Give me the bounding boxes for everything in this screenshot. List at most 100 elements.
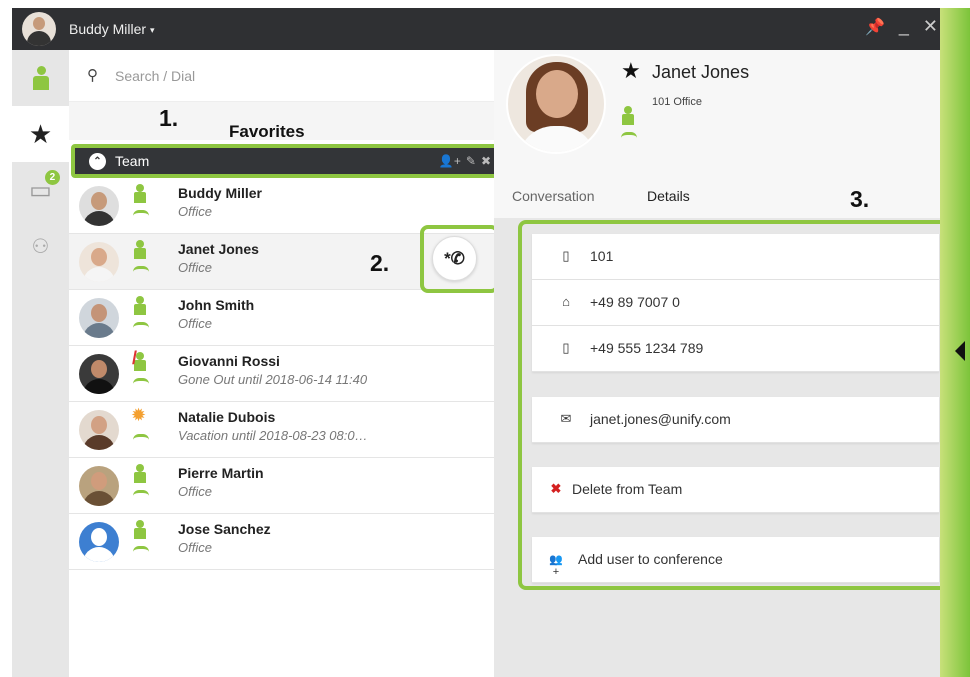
avatar: [79, 186, 119, 226]
team-label: Team: [115, 153, 150, 169]
star-icon: ★: [28, 118, 53, 149]
chat-badge: 2: [44, 169, 60, 185]
pin-icon[interactable]: 📌: [865, 17, 885, 37]
user-menu[interactable]: Buddy Miller ▾: [69, 21, 155, 37]
detail-panel: ★ Janet Jones 101 Office Conversation De…: [494, 50, 952, 677]
contact-row[interactable]: / Giovanni Rossi Gone Out until 2018-06-…: [69, 346, 494, 402]
contact-row[interactable]: ✹ Natalie Dubois Vacation until 2018-08-…: [69, 402, 494, 458]
contact-status: Office: [178, 204, 212, 219]
presence-vacation-icon: ✹: [131, 405, 149, 448]
favorite-call-button[interactable]: *✆: [432, 236, 477, 281]
rail-contacts[interactable]: [12, 50, 69, 106]
add-to-conference-button[interactable]: 👥+ Add user to conference: [532, 537, 939, 583]
annotation-2: 2.: [370, 250, 390, 276]
contact-name: Pierre Martin: [178, 465, 264, 481]
detail-subtitle: 101 Office: [652, 96, 702, 108]
search-bar: ⚲: [69, 50, 494, 102]
user-name: Buddy Miller: [69, 21, 147, 37]
phone-number: +49 89 7007 0: [590, 294, 680, 310]
delete-from-team-button[interactable]: ✖ Delete from Team: [532, 467, 939, 513]
contact-status: Office: [178, 316, 212, 331]
chat-icon: ▭ 2: [29, 169, 60, 205]
conference-label: Add user to conference: [578, 551, 723, 567]
collapse-icon[interactable]: ⌃: [89, 153, 106, 170]
avatar-placeholder: [79, 522, 119, 562]
close-button[interactable]: ✕: [923, 16, 938, 37]
contact-status: Office: [178, 540, 212, 555]
favorites-header: Favorites: [69, 102, 494, 141]
phone-card-desk[interactable]: ▯ 101: [532, 234, 939, 280]
avatar: [79, 354, 119, 394]
delete-x-icon: ✖: [550, 481, 562, 496]
title-bar: Buddy Miller ▾ 📌 _ ✕: [12, 8, 952, 50]
contact-status: Gone Out until 2018-06-14 11:40: [178, 372, 368, 387]
contact-name: Natalie Dubois: [178, 409, 276, 425]
rail-conversations[interactable]: ▭ 2: [12, 162, 69, 218]
person-icon: [32, 66, 49, 90]
presence-available-icon: [621, 106, 637, 146]
avatar: [79, 298, 119, 338]
detail-tabs: Conversation Details: [494, 182, 952, 218]
user-avatar[interactable]: [22, 12, 56, 46]
app-window: Buddy Miller▾ 📌 _ ✕ ★ ▭2 ⚇ ⚲ Favorites 1…: [12, 8, 952, 677]
detail-header: ★ Janet Jones 101 Office Conversation De…: [494, 50, 952, 218]
presence-available-icon: [133, 240, 149, 280]
contact-name: Giovanni Rossi: [178, 353, 280, 369]
favorites-title: Favorites: [229, 122, 305, 141]
contact-row[interactable]: Pierre Martin Office: [69, 458, 494, 514]
mobile-icon: ▯: [562, 340, 570, 355]
email-card[interactable]: ✉ janet.jones@unify.com: [532, 397, 939, 443]
desk-phone-icon: ▯: [562, 248, 570, 263]
call-button-highlight: *✆: [420, 225, 499, 293]
contact-status: Office: [178, 484, 212, 499]
tab-conversation[interactable]: Conversation: [512, 188, 595, 204]
phone-number: +49 555 1234 789: [590, 340, 704, 356]
contact-row[interactable]: John Smith Office: [69, 290, 494, 346]
avatar: [79, 410, 119, 450]
side-accent-strip: [940, 8, 970, 677]
presence-available-icon: [133, 184, 149, 224]
details-highlight: ▯ 101 ⌂ +49 89 7007 0 ▯ +49 555 1234 789…: [518, 220, 948, 590]
detail-name: Janet Jones: [652, 62, 750, 82]
search-icon: ⚲: [87, 67, 98, 84]
add-user-icon: 👥+: [549, 554, 563, 578]
arrow-left-icon: [955, 341, 965, 361]
minimize-button[interactable]: _: [899, 16, 909, 37]
rail-groups[interactable]: ⚇: [12, 218, 69, 274]
team-group-header[interactable]: ⌃ Team 👤+ ✎ ✖: [71, 144, 503, 178]
chevron-down-icon: ▾: [150, 24, 155, 35]
email-address: janet.jones@unify.com: [590, 411, 731, 427]
presence-available-icon: [133, 520, 149, 560]
phone-number: 101: [590, 248, 614, 264]
contact-name: John Smith: [178, 297, 255, 313]
contact-photo: [506, 54, 606, 154]
search-input[interactable]: [115, 64, 465, 88]
contact-status: Vacation until 2018-08-23 08:0…: [178, 428, 368, 443]
edit-icon[interactable]: ✎: [466, 154, 476, 168]
contact-row[interactable]: Jose Sanchez Office: [69, 514, 494, 570]
presence-available-icon: [133, 296, 149, 336]
favorite-star-icon[interactable]: ★: [621, 58, 641, 84]
delete-icon[interactable]: ✖: [481, 154, 491, 168]
contact-name: Jose Sanchez: [178, 521, 271, 537]
favorites-panel: ⚲ Favorites 1. Buddy Miller Office Janet…: [69, 50, 503, 677]
home-icon: ⌂: [562, 294, 570, 309]
avatar: [79, 242, 119, 282]
tab-details[interactable]: Details: [647, 188, 690, 204]
left-rail: ★ ▭ 2 ⚇: [12, 50, 69, 677]
contact-name: Janet Jones: [178, 241, 259, 257]
annotation-1: 1.: [159, 105, 179, 131]
presence-available-icon: [133, 464, 149, 504]
contact-name: Buddy Miller: [178, 185, 263, 201]
email-icon: ✉: [560, 411, 572, 426]
avatar: [79, 466, 119, 506]
add-user-icon[interactable]: 👤+: [439, 154, 461, 168]
annotation-3: 3.: [850, 186, 870, 212]
phone-card-home[interactable]: ⌂ +49 89 7007 0: [532, 280, 939, 326]
group-icon: ⚇: [31, 235, 50, 258]
contact-status: Office: [178, 260, 212, 275]
presence-away-icon: /: [132, 348, 149, 392]
rail-favorites[interactable]: ★: [12, 106, 69, 162]
delete-label: Delete from Team: [572, 481, 683, 497]
phone-card-mobile[interactable]: ▯ +49 555 1234 789: [532, 326, 939, 372]
